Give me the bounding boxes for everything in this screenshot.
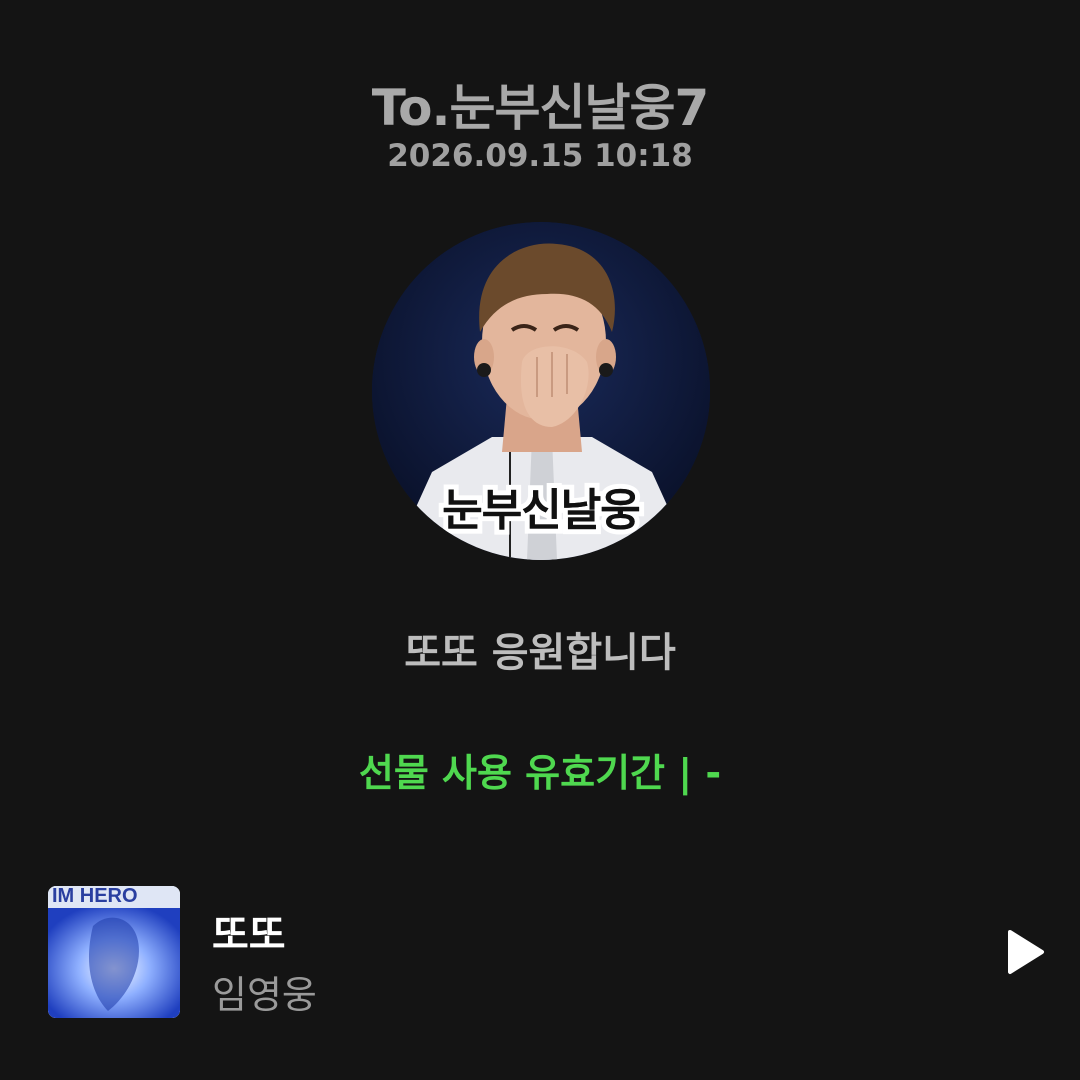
profile-avatar: 눈부신날웅 눈부신날웅 (372, 222, 710, 560)
album-art-text: IM HERO (52, 886, 138, 907)
album-art: IM HERO (48, 886, 180, 1018)
play-button[interactable] (1000, 928, 1048, 976)
gift-validity: 선물 사용 유효기간 | - (358, 751, 722, 795)
track-artist: 임영웅 (212, 973, 317, 1017)
track-title: 또또 (212, 912, 286, 958)
gift-message-screen: To.눈부신날웅7 2026.09.15 10:18 눈부신날웅 눈부신날웅 또… (0, 0, 1080, 1080)
sent-timestamp: 2026.09.15 10:18 (387, 138, 693, 174)
play-icon (1008, 930, 1044, 974)
recipient-title: To.눈부신날웅7 (371, 79, 710, 137)
gift-message: 또또 응원합니다 (404, 630, 676, 676)
track-row[interactable]: IM HERO 또또 임영웅 (48, 886, 1048, 1018)
avatar-caption: 눈부신날웅 (442, 485, 640, 536)
